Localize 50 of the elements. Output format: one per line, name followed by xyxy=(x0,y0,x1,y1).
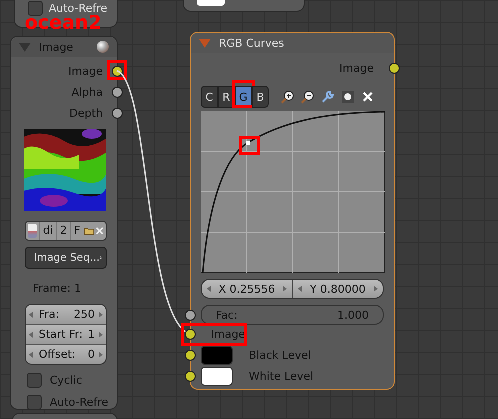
right-arrow-icon[interactable] xyxy=(99,352,103,358)
input-socket[interactable] xyxy=(185,329,196,340)
number-field[interactable]: Offset: 0 xyxy=(26,344,106,364)
checkbox-label: Auto-Refre xyxy=(49,2,108,15)
zoom-in-icon[interactable] xyxy=(281,90,295,104)
input-socket[interactable] xyxy=(185,350,196,361)
selector-field[interactable]: di xyxy=(39,222,56,240)
left-arrow-icon[interactable] xyxy=(29,312,33,318)
socket-label: Image xyxy=(340,62,374,75)
socket-label: Image xyxy=(211,328,246,341)
input-socket[interactable] xyxy=(185,310,196,321)
checkbox-label: Cyclic xyxy=(50,374,82,386)
color-swatch[interactable] xyxy=(201,346,233,365)
output-socket[interactable] xyxy=(389,63,400,74)
checkbox-label: Auto-Refre xyxy=(50,396,109,408)
number-field[interactable]: Start Fr: 1 xyxy=(26,324,106,344)
sphere-icon[interactable] xyxy=(97,41,109,53)
source-dropdown[interactable]: Image Seq... xyxy=(25,247,107,269)
left-arrow-icon[interactable] xyxy=(29,352,33,358)
right-arrow-icon[interactable] xyxy=(99,332,103,338)
annotation-label: ocean2 xyxy=(25,13,102,33)
selector-field[interactable]: 2 xyxy=(56,222,70,240)
frame-label: Frame: 1 xyxy=(33,282,82,296)
number-field[interactable]: Fra: 250 xyxy=(26,305,106,324)
socket-label: Image xyxy=(68,65,103,78)
right-arrow-icon[interactable] xyxy=(99,312,103,318)
image-icon[interactable] xyxy=(28,224,38,238)
socket-label: White Level xyxy=(249,370,314,383)
channel-tab[interactable]: B xyxy=(252,86,269,108)
output-socket[interactable] xyxy=(112,66,123,77)
node-title: RGB Curves xyxy=(219,36,286,50)
node-title: Image xyxy=(39,40,74,54)
output-socket[interactable] xyxy=(112,87,123,98)
color-swatch[interactable] xyxy=(197,0,225,6)
input-socket[interactable] xyxy=(185,371,196,382)
socket-label: Black Level xyxy=(249,349,312,362)
checkbox[interactable] xyxy=(27,372,42,388)
channel-tab[interactable]: C xyxy=(201,86,218,108)
wrench-icon[interactable] xyxy=(321,90,335,104)
socket-label: Alpha xyxy=(72,86,103,99)
curve-graph[interactable] xyxy=(201,111,385,273)
checkbox[interactable] xyxy=(28,1,43,16)
checkbox[interactable] xyxy=(27,394,42,410)
output-socket[interactable] xyxy=(112,108,123,119)
socket-label: Depth xyxy=(69,107,103,120)
zoom-out-icon[interactable] xyxy=(301,90,315,104)
left-arrow-icon[interactable] xyxy=(29,332,33,338)
color-swatch[interactable] xyxy=(201,367,233,386)
selector-field[interactable]: F xyxy=(70,222,84,240)
collapse-icon[interactable] xyxy=(19,42,31,52)
